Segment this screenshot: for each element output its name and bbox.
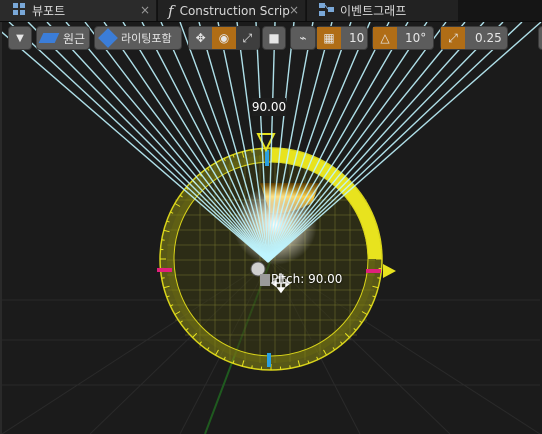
close-icon[interactable]: × (289, 3, 299, 17)
grid-snap-group: ▦ 10 (316, 26, 368, 50)
cube-icon: ■ (268, 31, 280, 45)
viewport-options-button[interactable]: ▼ (8, 26, 32, 50)
viewport-scene (2, 22, 542, 434)
tab-event-graph-label: 이벤트그래프 (340, 4, 407, 18)
perspective-button[interactable]: 원근 (36, 26, 90, 50)
rotation-snap-value[interactable]: 10° (397, 31, 426, 45)
viewport-grid-icon (12, 2, 26, 19)
tab-event-graph[interactable]: 이벤트그래프 (306, 0, 458, 21)
close-icon[interactable]: × (140, 3, 150, 17)
rotation-snap-group: △ 10° (372, 26, 434, 50)
grid-snap-value[interactable]: 10 (341, 31, 364, 45)
surface-snap-button[interactable]: ⌁ (290, 26, 316, 50)
grid-snap-icon[interactable]: ▦ (317, 27, 341, 49)
lighting-mode-button[interactable]: 라이팅포함 (94, 26, 182, 50)
tab-construction-script[interactable]: f Construction Scrip × (157, 0, 305, 21)
lighting-label: 라이팅포함 (121, 32, 172, 45)
function-icon: f (168, 1, 174, 20)
perspective-label: 원근 (63, 31, 86, 46)
angle-readout: 90.00 (251, 98, 287, 116)
rotate-tool-icon[interactable]: ◉ (212, 27, 236, 49)
maximize-button[interactable] (538, 26, 542, 50)
perspective-icon (38, 33, 60, 43)
world-local-toggle[interactable]: ■ (262, 26, 286, 50)
tab-bar: 뷰포트 × f Construction Scrip × 이벤트그래프 (0, 0, 542, 22)
rotation-snap-icon[interactable]: △ (373, 27, 397, 49)
event-graph-icon (319, 2, 334, 19)
viewport[interactable]: 90.00 Pitch: 90.00 (0, 22, 542, 434)
scale-snap-icon[interactable]: ⤢ (441, 27, 465, 49)
tab-viewport[interactable]: 뷰포트 × (0, 0, 156, 21)
scale-tool-icon[interactable]: ⤢ (236, 27, 259, 49)
scale-snap-group: ⤢ 0.25 (440, 26, 508, 50)
scale-snap-value[interactable]: 0.25 (465, 31, 502, 45)
tab-viewport-label: 뷰포트 (32, 4, 66, 18)
translate-tool-icon[interactable]: ✥ (189, 27, 213, 49)
chevron-down-icon: ▼ (16, 32, 24, 44)
transform-tools-group: ✥ ◉ ⤢ (188, 26, 260, 50)
lit-sphere-icon (98, 28, 118, 48)
pitch-readout: Pitch: 90.00 (271, 272, 343, 286)
tab-construction-script-label: Construction Scrip (179, 3, 290, 18)
surface-snap-icon: ⌁ (299, 31, 307, 45)
